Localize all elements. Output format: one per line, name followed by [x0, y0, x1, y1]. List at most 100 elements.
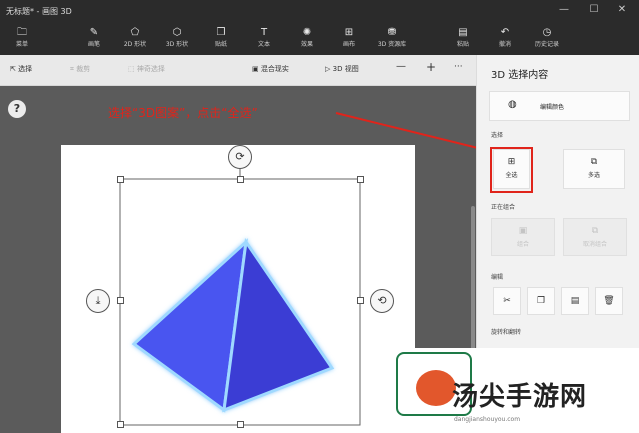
- delete-button[interactable]: 🗑: [595, 287, 623, 315]
- multi-select-label: 多选: [587, 172, 600, 179]
- watermark-url: dangjianshouyou.com: [454, 416, 521, 423]
- maximize-button[interactable]: ☐: [584, 4, 604, 15]
- 2d-shape-icon: ⬠: [130, 27, 140, 38]
- resize-handle-bottom[interactable]: [237, 421, 244, 428]
- grouping-section-header: 正在组合: [491, 204, 516, 211]
- ungroup-button[interactable]: ⧉ 取消组合: [563, 218, 627, 256]
- vertical-scrollbar[interactable]: [471, 206, 475, 366]
- rotate-flip-section-header: 旋转和翻转: [491, 329, 522, 336]
- instruction-annotation: 选择“3D图案”，点击“全选”: [108, 106, 258, 120]
- resize-handle-top-left[interactable]: [117, 176, 124, 183]
- resize-handle-top-right[interactable]: [357, 176, 364, 183]
- paste-label: 粘贴: [456, 41, 469, 48]
- pointer-icon: ⇱: [10, 65, 16, 73]
- watermark-text: 汤尖手游网: [452, 382, 588, 412]
- group-button[interactable]: ▣ 组合: [491, 218, 555, 256]
- ungroup-label: 取消组合: [582, 241, 607, 248]
- cut-button[interactable]: ✂: [493, 287, 521, 315]
- undo-button[interactable]: ↶ 撤消: [487, 27, 523, 48]
- ribbon: 🗀 菜单 ✎ 画笔 ⬠ 2D 形状 ⬡ 3D 形状 ❒ 贴纸 T 文本 ✺ 效果…: [0, 25, 639, 55]
- 3d-shapes-button[interactable]: ⬡ 3D 形状: [159, 27, 195, 48]
- 2d-shapes-label: 2D 形状: [123, 41, 147, 48]
- palette-icon: ◍: [508, 99, 517, 110]
- edit-color-label: 编辑颜色: [540, 104, 565, 111]
- zoom-out-button[interactable]: —: [396, 61, 406, 72]
- rotate-z-handle[interactable]: ⟳: [228, 145, 252, 169]
- menu-button[interactable]: 🗀 菜单: [4, 27, 40, 48]
- canvas-label: 画布: [342, 41, 355, 48]
- group-label: 组合: [516, 241, 529, 248]
- 2d-shapes-button[interactable]: ⬠ 2D 形状: [117, 27, 153, 48]
- window-title: 无标题* - 画图 3D: [6, 7, 72, 16]
- magic-select-tool[interactable]: ⬚ 神奇选择: [128, 64, 165, 74]
- 3d-shapes-label: 3D 形状: [165, 41, 189, 48]
- magic-select-label: 神奇选择: [136, 65, 165, 73]
- text-label: 文本: [257, 41, 270, 48]
- clipboard-icon: ▤: [570, 296, 580, 306]
- folder-icon: 🗀: [17, 27, 27, 38]
- help-button[interactable]: ?: [8, 100, 26, 118]
- paste-button[interactable]: ▤ 粘贴: [445, 27, 481, 48]
- library-icon: ⛃: [387, 27, 397, 38]
- select-label: 选择: [18, 65, 33, 73]
- copy-icon: ❐: [536, 296, 546, 306]
- sticker-icon: ❒: [216, 27, 226, 38]
- select-all-highlight: [490, 147, 533, 193]
- text-button[interactable]: T 文本: [246, 27, 282, 48]
- text-icon: T: [260, 27, 268, 38]
- 3d-library-button[interactable]: ⛃ 3D 资源库: [372, 27, 412, 48]
- 3d-view-icon: ▷: [325, 65, 331, 73]
- 3d-shape-icon: ⬡: [172, 27, 182, 38]
- menu-label: 菜单: [15, 41, 28, 48]
- undo-label: 撤消: [498, 41, 511, 48]
- resize-handle-left[interactable]: [117, 297, 124, 304]
- minimize-button[interactable]: —: [554, 4, 574, 15]
- more-options-button[interactable]: ···: [454, 62, 463, 72]
- multi-select-button[interactable]: ⧉ 多选: [563, 149, 625, 189]
- effects-button[interactable]: ✺ 效果: [289, 27, 325, 48]
- rotate-y-handle[interactable]: ⟲: [370, 289, 394, 313]
- multi-select-icon: ⧉: [590, 157, 598, 167]
- effects-label: 效果: [300, 41, 313, 48]
- resize-handle-top[interactable]: [237, 176, 244, 183]
- 3d-view-label: 3D 视图: [332, 65, 359, 73]
- canvas-icon: ⊞: [344, 27, 354, 38]
- mixed-reality-icon: ▣: [252, 65, 259, 73]
- stickers-label: 贴纸: [214, 41, 227, 48]
- stickers-button[interactable]: ❒ 贴纸: [203, 27, 239, 48]
- crop-tool[interactable]: ⌗ 裁剪: [70, 64, 90, 74]
- effects-icon: ✺: [302, 27, 312, 38]
- select-tool[interactable]: ⇱ 选择: [10, 64, 32, 74]
- resize-handle-right[interactable]: [357, 297, 364, 304]
- brushes-label: 画笔: [87, 41, 100, 48]
- magic-select-icon: ⬚: [128, 65, 135, 73]
- tool-options-bar: ⇱ 选择 ⌗ 裁剪 ⬚ 神奇选择 ▣ 混合现实 ▷ 3D 视图 — + ···: [0, 55, 476, 86]
- crop-icon: ⌗: [70, 65, 74, 73]
- chef-face-icon: [416, 370, 456, 406]
- brushes-button[interactable]: ✎ 画笔: [76, 27, 112, 48]
- group-icon: ▣: [518, 226, 528, 236]
- scissors-icon: ✂: [503, 296, 511, 306]
- panel-title: 3D 选择内容: [491, 70, 549, 81]
- canvas-paper[interactable]: [61, 145, 415, 433]
- edit-color-button[interactable]: ◍ 编辑颜色: [489, 91, 630, 121]
- history-label: 历史记录: [534, 41, 559, 48]
- close-button[interactable]: ✕: [612, 4, 632, 15]
- mixed-reality-button[interactable]: ▣ 混合现实: [252, 64, 289, 74]
- ungroup-icon: ⧉: [591, 226, 599, 236]
- paste-icon: ▤: [458, 27, 468, 38]
- paste-panel-button[interactable]: ▤: [561, 287, 589, 315]
- crop-label: 裁剪: [76, 65, 91, 73]
- title-bar: 无标题* - 画图 3D — ☐ ✕: [0, 0, 639, 25]
- history-button[interactable]: ◷ 历史记录: [527, 27, 567, 48]
- resize-handle-bottom-left[interactable]: [117, 421, 124, 428]
- history-icon: ◷: [542, 27, 552, 38]
- canvas-button[interactable]: ⊞ 画布: [331, 27, 367, 48]
- selection-section-header: 选择: [491, 132, 504, 139]
- 3d-view-button[interactable]: ▷ 3D 视图: [325, 64, 359, 74]
- copy-button[interactable]: ❐: [527, 287, 555, 315]
- rotate-x-handle[interactable]: ⤓: [86, 289, 110, 313]
- edit-section-header: 编辑: [491, 274, 504, 281]
- undo-icon: ↶: [500, 27, 510, 38]
- zoom-in-button[interactable]: +: [426, 60, 436, 74]
